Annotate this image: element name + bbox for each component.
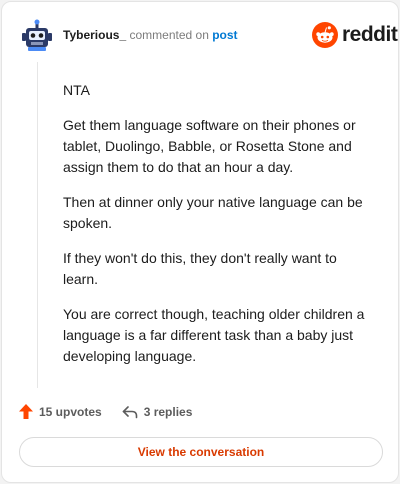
- commented-on-text: commented on: [129, 28, 209, 42]
- reply-count: 3 replies: [143, 404, 193, 419]
- comment-paragraph: You are correct though, teaching older c…: [63, 306, 365, 364]
- comment-actions: 15 upvotes 3 replies: [19, 404, 192, 419]
- comment-paragraph: Get them language software on their phon…: [63, 117, 356, 175]
- upvote-arrow-icon: [19, 404, 33, 419]
- comment-paragraph: NTA: [63, 82, 90, 98]
- comment-paragraph: Then at dinner only your native language…: [63, 194, 363, 231]
- comment-card: Tyberious_ commented on post reddit NTA …: [1, 1, 399, 483]
- username-link[interactable]: Tyberious_: [63, 28, 126, 42]
- thread-line: [37, 62, 38, 388]
- avatar[interactable]: [19, 18, 55, 54]
- post-link[interactable]: post: [212, 28, 237, 42]
- reddit-logo[interactable]: reddit: [312, 22, 398, 48]
- comment-paragraph: If they won't do this, they don't really…: [63, 250, 337, 287]
- comment-header: Tyberious_ commented on post: [63, 28, 238, 42]
- reddit-wordmark: reddit: [342, 23, 398, 46]
- replies-button[interactable]: 3 replies: [122, 404, 193, 419]
- comment-body: NTA Get them language software on their …: [63, 80, 373, 381]
- reddit-snoo-icon: [312, 22, 338, 48]
- view-conversation-button[interactable]: View the conversation: [19, 437, 383, 467]
- upvote-count: 15 upvotes: [39, 404, 102, 419]
- upvote-button[interactable]: 15 upvotes: [19, 404, 102, 419]
- robot-avatar-icon: [19, 18, 55, 54]
- reply-arrow-icon: [122, 405, 138, 418]
